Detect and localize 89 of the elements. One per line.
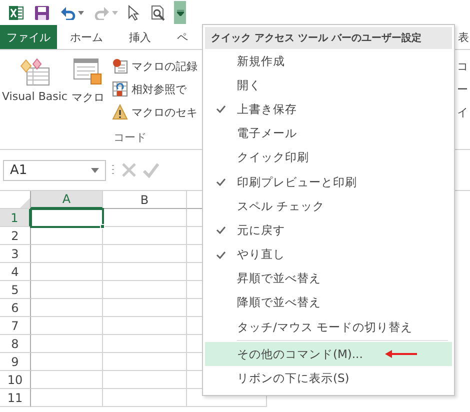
grid-cell[interactable]: [103, 389, 187, 407]
menu-title: クイック アクセス ツール バーのユーザー設定: [205, 27, 452, 49]
ribbon-button[interactable]: ー: [457, 79, 470, 99]
row-header[interactable]: 6: [0, 299, 31, 317]
grid-cell[interactable]: [103, 299, 187, 317]
menu-item[interactable]: リボンの下に表示(S): [205, 366, 452, 391]
check-icon: [216, 178, 226, 186]
grid-cell[interactable]: [103, 227, 187, 245]
menu-item[interactable]: 昇順で並べ替え: [205, 266, 452, 291]
grid-cell[interactable]: [103, 209, 187, 227]
macro-drawing: [72, 56, 104, 86]
menu-item[interactable]: クイック印刷: [205, 146, 452, 170]
row-header[interactable]: 8: [0, 335, 31, 353]
menu-item[interactable]: 降順で並べ替え: [205, 290, 452, 316]
file-tab[interactable]: ファイル: [0, 25, 57, 49]
row-header[interactable]: 7: [0, 317, 31, 335]
save-icon[interactable]: [34, 4, 50, 20]
cancel-icon[interactable]: [121, 162, 137, 178]
customize-dropdown-button[interactable]: [174, 1, 186, 24]
arrow-icon: [384, 350, 417, 358]
row-header[interactable]: 1: [0, 209, 31, 227]
menu-item[interactable]: 上書き保存: [205, 97, 452, 122]
row-header[interactable]: 10: [0, 371, 31, 389]
module-drawing: [18, 56, 51, 86]
check-icon: [216, 250, 226, 259]
ribbon-button[interactable]: コ: [457, 56, 470, 76]
check-icon: [216, 105, 226, 114]
check-icon: [216, 226, 226, 234]
menu-item[interactable]: 開く: [205, 73, 452, 98]
ribbon-button[interactable]: マクロのセキ: [112, 102, 198, 122]
column-header[interactable]: B: [103, 191, 187, 209]
caret-icon: [176, 10, 184, 16]
record-icon: [112, 58, 128, 74]
grid-cell[interactable]: [103, 353, 187, 371]
redo-icon[interactable]: [94, 6, 110, 20]
active-cell[interactable]: [31, 209, 103, 227]
menu-item[interactable]: タッチ/マウス モードの切り替え: [205, 315, 452, 340]
row-header[interactable]: 2: [0, 227, 31, 245]
pointer-icon[interactable]: [128, 4, 140, 20]
ribbon-tab[interactable]: ペ: [164, 25, 201, 49]
grid-cell[interactable]: [31, 299, 103, 317]
grid-cell[interactable]: [103, 263, 187, 281]
grid-cell[interactable]: [31, 227, 103, 245]
print-preview-icon[interactable]: [150, 4, 166, 20]
grid-cell[interactable]: [31, 317, 103, 335]
grid-cell[interactable]: [103, 281, 187, 299]
table-arrow-icon: [112, 81, 128, 97]
grid-cell[interactable]: [103, 335, 187, 353]
group-label: コード: [112, 130, 148, 146]
menu-item[interactable]: やり直し: [205, 242, 452, 267]
ribbon-tab[interactable]: ホーム: [57, 25, 116, 49]
row-header[interactable]: 4: [0, 263, 31, 281]
grid-cell[interactable]: [103, 371, 187, 389]
enter-icon[interactable]: [143, 162, 159, 178]
grid-cell[interactable]: [31, 389, 103, 407]
undo-icon[interactable]: [60, 6, 76, 20]
large-ribbon-button[interactable]: マクロ: [69, 56, 106, 130]
excel-logo-icon[interactable]: [8, 4, 24, 20]
grid-cell[interactable]: [31, 353, 103, 371]
grid-cell[interactable]: [31, 245, 103, 263]
ribbon-tab[interactable]: 表: [457, 25, 470, 49]
column-header[interactable]: A: [31, 191, 103, 209]
menu-item[interactable]: スペル チェック: [205, 194, 452, 218]
warning-icon: [112, 104, 128, 120]
menu-item[interactable]: 元に戻す: [205, 218, 452, 242]
menu-item[interactable]: 新規作成: [205, 49, 452, 74]
row-header[interactable]: 11: [0, 389, 31, 407]
menu-item[interactable]: 電子メール: [205, 122, 452, 146]
menu-item[interactable]: 印刷プレビューと印刷: [205, 170, 452, 194]
menu-item[interactable]: その他のコマンド(M)...: [205, 342, 452, 366]
name-box[interactable]: A1: [3, 160, 106, 180]
large-ribbon-button[interactable]: Visual Basic: [0, 56, 70, 130]
ribbon-button[interactable]: 相対参照で: [112, 79, 198, 99]
ribbon-tab[interactable]: 挿入: [116, 25, 164, 49]
grid-cell[interactable]: [31, 335, 103, 353]
grid-cell[interactable]: [31, 263, 103, 281]
grid-cell[interactable]: [103, 245, 187, 263]
row-header[interactable]: 5: [0, 281, 31, 299]
grid-cell[interactable]: [103, 317, 187, 335]
grid-cell[interactable]: [31, 371, 103, 389]
row-header[interactable]: 9: [0, 353, 31, 371]
fill-handle[interactable]: [100, 224, 105, 229]
caret-icon[interactable]: [112, 10, 118, 14]
ribbon-button[interactable]: マクロの記録: [112, 56, 198, 76]
grid-cell[interactable]: [31, 281, 103, 299]
caret-icon: [91, 168, 99, 172]
ribbon-button[interactable]: イ: [457, 102, 470, 122]
caret-icon[interactable]: [78, 10, 84, 14]
row-header[interactable]: 3: [0, 245, 31, 263]
